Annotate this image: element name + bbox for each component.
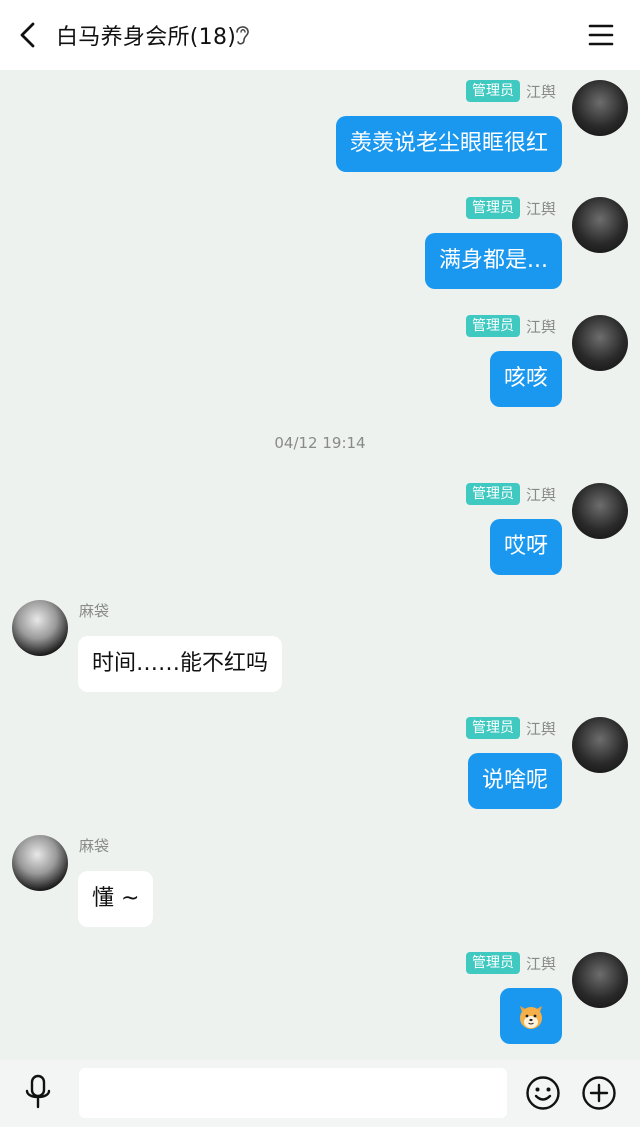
admin-badge: 管理员 [465, 197, 520, 219]
sender-name: 麻袋 [79, 602, 110, 620]
message-row: 管理员 江舆 满身都是... [0, 197, 640, 297]
sender-meta: 管理员 江舆 [465, 717, 556, 739]
message-bubble[interactable]: 哎呀 [489, 519, 562, 575]
avatar[interactable] [572, 483, 628, 539]
avatar[interactable] [572, 717, 628, 773]
message-row: 管理员 江舆 [0, 952, 640, 1052]
message-bubble[interactable] [500, 988, 562, 1044]
admin-badge: 管理员 [465, 483, 520, 505]
sender-meta: 管理员 江舆 [465, 315, 556, 337]
message-bubble[interactable]: 咳咳 [489, 351, 562, 407]
sender-name: 麻袋 [79, 837, 110, 855]
input-bar [0, 1060, 640, 1127]
microphone-icon[interactable] [20, 1072, 56, 1112]
avatar[interactable] [572, 80, 628, 136]
message-row: 管理员 江舆 哎呀 [0, 483, 640, 583]
message-bubble[interactable]: 懂 ~ [78, 871, 154, 927]
sender-name: 江舆 [525, 719, 556, 738]
shiba-dog-emoji [520, 1006, 542, 1029]
avatar[interactable] [12, 600, 68, 656]
sender-meta: 管理员 江舆 [465, 483, 556, 505]
message-row: 管理员 江舆 羡羡说老尘眼眶很红 [0, 80, 640, 180]
admin-badge: 管理员 [465, 80, 520, 102]
ear-icon [236, 26, 249, 45]
admin-badge: 管理员 [465, 717, 520, 739]
hamburger-menu-icon[interactable] [584, 18, 618, 52]
message-bubble[interactable]: 满身都是... [425, 233, 562, 289]
top-bar: 白马养身会所(18) [0, 0, 640, 70]
sender-name: 江舆 [525, 199, 556, 218]
back-chevron-icon[interactable] [12, 18, 46, 52]
avatar[interactable] [572, 197, 628, 253]
group-title[interactable]: 白马养身会所(18) [56, 19, 236, 51]
admin-badge: 管理员 [465, 315, 520, 337]
sender-name: 江舆 [525, 485, 556, 504]
message-row: 管理员 江舆 咳咳 [0, 315, 640, 415]
message-input[interactable] [79, 1068, 507, 1118]
sender-name: 江舆 [525, 954, 556, 973]
message-bubble[interactable]: 羡羡说老尘眼眶很红 [335, 116, 562, 172]
message-bubble[interactable]: 时间……能不红吗 [78, 636, 283, 692]
message-bubble[interactable]: 说啥呢 [467, 753, 562, 809]
timestamp: 04/12 19:14 [274, 434, 366, 452]
sender-name: 江舆 [525, 82, 556, 101]
avatar[interactable] [572, 952, 628, 1008]
message-row: 麻袋 懂 ~ [0, 835, 640, 935]
message-row: 麻袋 时间……能不红吗 [0, 600, 640, 700]
avatar[interactable] [12, 835, 68, 891]
admin-badge: 管理员 [465, 952, 520, 974]
smiley-face-icon[interactable] [524, 1074, 562, 1112]
plus-circle-icon[interactable] [580, 1074, 618, 1112]
chat-message-list[interactable]: 管理员 江舆 羡羡说老尘眼眶很红 管理员 江舆 满身都是... 管理员 江舆 咳… [0, 70, 640, 1060]
sender-meta: 管理员 江舆 [465, 197, 556, 219]
sender-name: 江舆 [525, 317, 556, 336]
sender-meta: 管理员 江舆 [465, 952, 556, 974]
sender-meta: 管理员 江舆 [465, 80, 556, 102]
message-row: 管理员 江舆 说啥呢 [0, 717, 640, 817]
avatar[interactable] [572, 315, 628, 371]
